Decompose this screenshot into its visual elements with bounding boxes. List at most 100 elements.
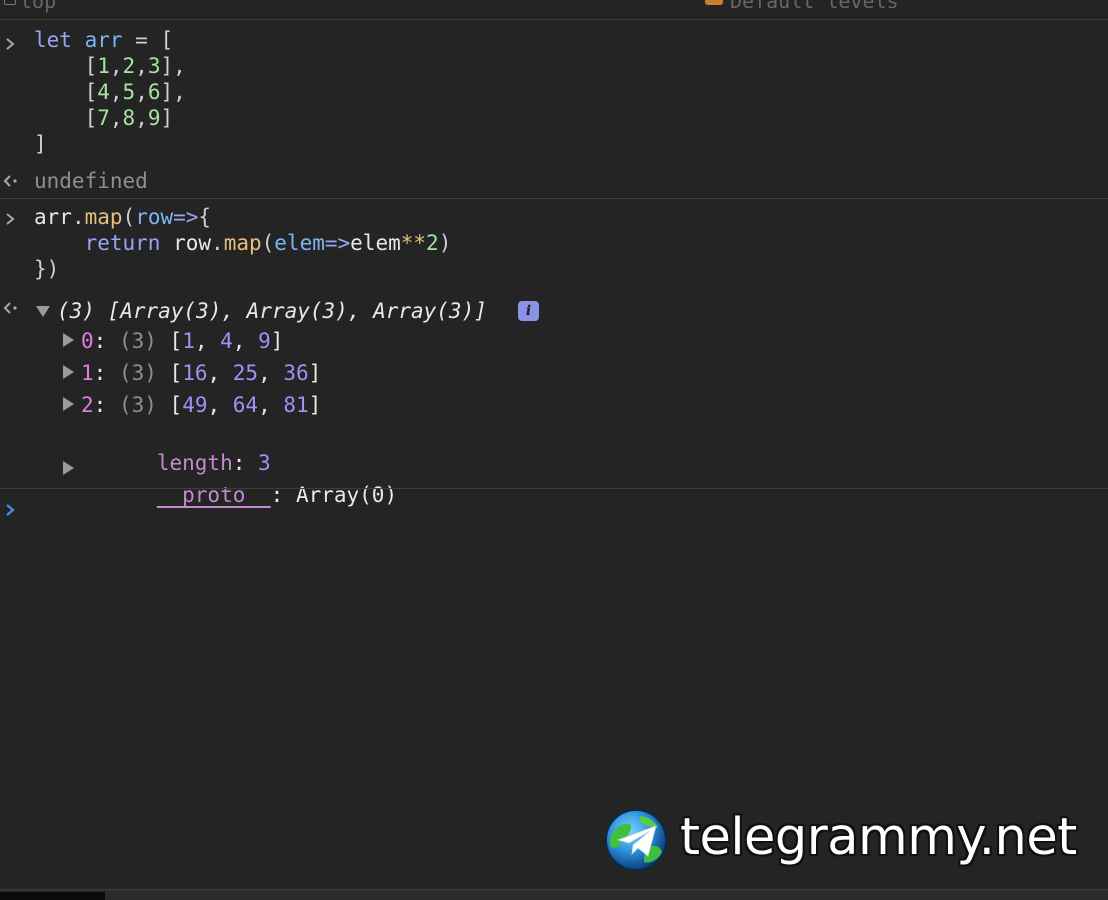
- console-result-entry: undefined: [0, 166, 1108, 196]
- console-toolbar: top Default levels: [0, 0, 1108, 20]
- code-token: elem: [350, 231, 401, 255]
- info-icon[interactable]: i: [518, 301, 539, 321]
- code-token: arr: [84, 28, 123, 52]
- collapse-toggle-icon[interactable]: [36, 306, 50, 317]
- item-value: 9: [258, 329, 271, 353]
- punct: ,: [194, 329, 221, 353]
- code-token: }): [34, 257, 60, 281]
- result-arrow-icon: [3, 175, 17, 187]
- item-count: (3): [118, 361, 157, 385]
- punct: ,: [207, 361, 233, 385]
- code-token: (: [122, 205, 136, 229]
- punct: ,: [258, 393, 284, 417]
- item-value: 16: [182, 361, 208, 385]
- code-token: .: [211, 231, 224, 255]
- punct: ,: [207, 393, 233, 417]
- item-count: (3): [118, 329, 157, 353]
- code-token: ,: [135, 80, 148, 104]
- expand-toggle-icon[interactable]: [63, 397, 74, 411]
- prompt-chevron-icon: [6, 504, 15, 516]
- punct: [: [156, 393, 183, 417]
- code-token: ]: [34, 132, 47, 156]
- code-token: **: [400, 231, 427, 255]
- sidebar-toggle-icon[interactable]: [4, 0, 16, 5]
- code-token: map: [84, 205, 123, 229]
- code-token: ,: [135, 54, 148, 78]
- code-line: [7,8,9]: [34, 105, 174, 131]
- telegram-globe-icon: [605, 809, 667, 871]
- code-token: 6: [147, 80, 161, 104]
- item-value: 64: [232, 393, 259, 417]
- code-token: return: [84, 231, 161, 255]
- punct: :: [93, 329, 119, 353]
- code-token: = [: [122, 28, 174, 52]
- array-summary[interactable]: (3) [Array(3), Array(3), Array(3)]: [57, 298, 487, 324]
- code-line: ]: [34, 131, 47, 157]
- code-line: arr.map(row=>{: [34, 204, 211, 230]
- code-token: map: [223, 231, 262, 255]
- item-value: 4: [220, 329, 233, 353]
- code-token: .: [71, 205, 85, 229]
- drawer-tab[interactable]: [0, 892, 105, 900]
- log-levels-selector[interactable]: Default levels: [730, 0, 899, 14]
- code-token: [: [34, 106, 98, 130]
- code-token: ,: [109, 54, 123, 78]
- punct: ]: [270, 329, 284, 353]
- context-selector[interactable]: top: [20, 0, 56, 14]
- punct: ,: [258, 361, 284, 385]
- input-chevron-icon: [6, 213, 15, 225]
- code-token: row: [173, 231, 212, 255]
- code-token: 4: [97, 80, 110, 104]
- item-count: (3): [118, 393, 157, 417]
- code-token: {: [198, 205, 212, 229]
- item-index: 0: [81, 329, 94, 353]
- code-token: ]: [160, 106, 174, 130]
- item-index: 1: [81, 361, 94, 385]
- expand-toggle-icon[interactable]: [63, 333, 74, 347]
- code-token: let: [34, 28, 72, 52]
- code-line: return row.map(elem=>elem**2): [34, 230, 452, 256]
- code-token: ,: [109, 106, 123, 130]
- item-value: 49: [182, 393, 208, 417]
- drawer-bar: [0, 889, 1108, 900]
- code-token: =>: [324, 231, 351, 255]
- code-token: ,: [135, 106, 148, 130]
- console-input-entry: arr.map(row=>{ return row.map(elem=>elem…: [0, 199, 1108, 289]
- separator: [0, 488, 1108, 489]
- undefined-value: undefined: [34, 169, 148, 193]
- item-value: 81: [283, 393, 309, 417]
- punct: :: [93, 361, 119, 385]
- code-token: 5: [122, 80, 136, 104]
- item-value: 1: [182, 329, 195, 353]
- code-token: 2: [122, 54, 136, 78]
- punct: ]: [308, 361, 322, 385]
- array-item-row[interactable]: 2: (3) [49, 64, 81]: [81, 392, 321, 418]
- code-token: ,: [109, 80, 123, 104]
- punct: :: [93, 393, 119, 417]
- console-result-entry: (3) [Array(3), Array(3), Array(3)] i 0: …: [0, 290, 1108, 507]
- code-token: [: [34, 54, 98, 78]
- code-token: =>: [173, 205, 199, 229]
- warning-icon: [705, 0, 723, 5]
- expand-toggle-icon[interactable]: [63, 461, 74, 475]
- code-token: 8: [122, 106, 136, 130]
- code-token: 7: [97, 106, 110, 130]
- code-token: arr: [34, 205, 72, 229]
- code-line: let arr = [: [34, 27, 173, 53]
- expand-toggle-icon[interactable]: [63, 365, 74, 379]
- item-value: 25: [232, 361, 259, 385]
- input-chevron-icon: [6, 38, 15, 50]
- code-token: 3: [147, 54, 161, 78]
- item-index: 2: [81, 393, 94, 417]
- code-token: [: [34, 80, 98, 104]
- punct: [: [156, 361, 183, 385]
- code-token: 2: [426, 231, 439, 255]
- punct: [: [156, 329, 183, 353]
- code-line: }): [34, 256, 59, 282]
- code-token: ],: [160, 80, 186, 104]
- array-item-row[interactable]: 1: (3) [16, 25, 36]: [81, 360, 321, 386]
- array-item-row[interactable]: 0: (3) [1, 4, 9]: [81, 328, 283, 354]
- code-token: ): [438, 231, 452, 255]
- punct: ]: [308, 393, 322, 417]
